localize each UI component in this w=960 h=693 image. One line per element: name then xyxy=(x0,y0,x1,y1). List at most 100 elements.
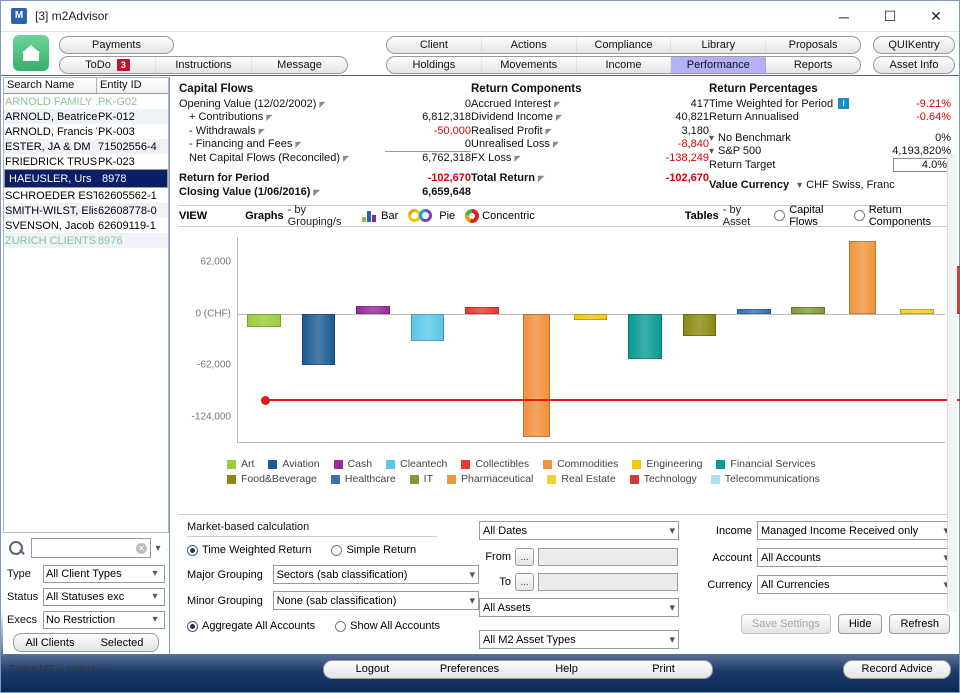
tab-holdings[interactable]: Holdings xyxy=(387,57,482,73)
tab-actions[interactable]: Actions xyxy=(482,37,577,53)
chart-bar[interactable] xyxy=(683,314,717,336)
expand-icon[interactable]: ◤ xyxy=(266,113,272,122)
legend-item[interactable]: Aviation xyxy=(268,457,319,472)
chart-bar[interactable] xyxy=(737,309,771,314)
preferences-button[interactable]: Preferences xyxy=(421,661,518,678)
tab-reports[interactable]: Reports xyxy=(766,57,860,73)
list-item[interactable]: SVENSON, Jacob 62609119-1 xyxy=(4,218,168,233)
list-item[interactable]: ARNOLD, Beatrice PK-012 xyxy=(4,109,168,124)
chart-bar[interactable] xyxy=(356,306,390,313)
list-item[interactable]: ESTER, JA & DM 71502556-4 xyxy=(4,139,168,154)
nav-payments[interactable]: Payments xyxy=(60,37,173,53)
radio-show-all-accounts[interactable]: Show All Accounts xyxy=(335,620,440,632)
tab-income[interactable]: Income xyxy=(577,57,672,73)
logout-button[interactable]: Logout xyxy=(324,661,421,678)
chart-bar[interactable] xyxy=(465,307,499,314)
expand-icon[interactable]: ◤ xyxy=(514,154,520,163)
chevron-down-icon[interactable]: ▾ xyxy=(709,133,714,144)
close-button[interactable]: ✕ xyxy=(913,1,959,32)
clear-icon[interactable]: ✕ xyxy=(136,543,147,554)
maximize-button[interactable]: ☐ xyxy=(867,1,913,32)
performance-bar-chart[interactable]: 62,0000 (CHF)-62,000-124,000Total Return… xyxy=(179,231,951,453)
legend-item[interactable]: Pharmaceutical xyxy=(447,472,533,487)
from-date-input[interactable] xyxy=(538,548,678,566)
account-select[interactable]: All Accounts ▾ xyxy=(757,548,953,567)
chart-bar[interactable] xyxy=(900,309,934,314)
info-icon[interactable]: i xyxy=(838,98,849,109)
table-return-components-radio[interactable]: Return Components xyxy=(854,204,951,228)
nav-quikentry[interactable]: QUIKentry xyxy=(874,37,954,53)
table-capital-flows-radio[interactable]: Capital Flows xyxy=(774,204,844,228)
search-input[interactable]: ✕ xyxy=(31,538,151,558)
expand-icon[interactable]: ◤ xyxy=(295,140,301,149)
legend-item[interactable]: Telecommunications xyxy=(711,472,820,487)
minor-grouping-select[interactable]: None (sab classification) ▾ xyxy=(273,591,479,610)
nav-todo[interactable]: ToDo 3 xyxy=(60,57,156,73)
legend-item[interactable]: Cleantech xyxy=(386,457,447,472)
list-item-selected[interactable]: HAEUSLER, Urs 8978 xyxy=(4,169,168,188)
chevron-down-icon[interactable]: ▾ xyxy=(797,180,802,191)
hide-button[interactable]: Hide xyxy=(838,614,883,634)
legend-item[interactable]: Food&Beverage xyxy=(227,472,317,487)
legend-item[interactable]: Real Estate xyxy=(547,472,615,487)
chart-bar[interactable] xyxy=(247,314,281,327)
expand-icon[interactable]: ◤ xyxy=(259,127,265,136)
expand-icon[interactable]: ◤ xyxy=(343,154,349,163)
chevron-down-icon[interactable]: ▾ xyxy=(709,146,714,157)
assets-select[interactable]: All Assets ▾ xyxy=(479,598,679,617)
help-button[interactable]: Help xyxy=(518,661,615,678)
execs-select[interactable]: No Restriction ▾ xyxy=(43,611,165,629)
tab-library[interactable]: Library xyxy=(671,37,766,53)
radio-aggregate-all-accounts[interactable]: Aggregate All Accounts xyxy=(187,620,315,632)
expand-icon[interactable]: ◤ xyxy=(313,188,319,197)
tab-compliance[interactable]: Compliance xyxy=(577,37,672,53)
graph-type-bar[interactable]: Bar xyxy=(362,210,398,222)
list-item[interactable]: ARNOLD, Francis W PK-003 xyxy=(4,124,168,139)
expand-icon[interactable]: ◤ xyxy=(546,127,552,136)
tab-performance[interactable]: Performance xyxy=(671,57,766,73)
legend-item[interactable]: Art xyxy=(227,457,254,472)
income-select[interactable]: Managed Income Received only ▾ xyxy=(757,521,953,540)
from-date-picker-button[interactable]: ... xyxy=(515,548,534,566)
nav-message[interactable]: Message xyxy=(252,57,347,73)
tab-movements[interactable]: Movements xyxy=(482,57,577,73)
tab-proposals[interactable]: Proposals xyxy=(766,37,860,53)
value-currency-value[interactable]: CHF Swiss, Franc xyxy=(806,179,895,191)
currency-select[interactable]: All Currencies ▾ xyxy=(757,575,953,594)
legend-item[interactable]: Healthcare xyxy=(331,472,396,487)
nav-asset-info[interactable]: Asset Info xyxy=(874,57,954,73)
legend-item[interactable]: Engineering xyxy=(632,457,702,472)
tab-client[interactable]: Client xyxy=(387,37,482,53)
record-advice-button[interactable]: Record Advice xyxy=(843,660,951,679)
column-search-name[interactable]: Search Name xyxy=(4,78,97,93)
home-button[interactable] xyxy=(13,35,49,71)
chevron-down-icon[interactable]: ▾ xyxy=(151,543,165,554)
nav-instructions[interactable]: Instructions xyxy=(156,57,252,73)
client-list[interactable]: ARNOLD FAMILY ... PK-G02 ARNOLD, Beatric… xyxy=(3,94,169,533)
column-entity-id[interactable]: Entity ID xyxy=(97,78,168,93)
graph-type-pie[interactable]: Pie xyxy=(408,209,455,223)
print-button[interactable]: Print xyxy=(615,661,712,678)
selected-button[interactable]: Selected xyxy=(86,637,158,649)
minimize-button[interactable]: ─ xyxy=(821,1,867,32)
list-item[interactable]: FRIEDRICK TRUST PK-023 xyxy=(4,154,168,169)
to-date-picker-button[interactable]: ... xyxy=(515,573,534,591)
asset-types-select[interactable]: All M2 Asset Types ▾ xyxy=(479,630,679,649)
legend-item[interactable]: Technology xyxy=(630,472,697,487)
radio-simple-return[interactable]: Simple Return xyxy=(331,544,416,556)
return-target-input[interactable]: 4.0% xyxy=(893,158,951,172)
status-select[interactable]: All Statuses exc ▾ xyxy=(43,588,165,606)
save-settings-button[interactable]: Save Settings xyxy=(741,614,831,634)
chart-bar[interactable] xyxy=(411,314,445,341)
list-item[interactable]: ZURICH CLIENTS 8976 xyxy=(4,233,168,248)
refresh-button[interactable]: Refresh xyxy=(889,614,950,634)
legend-item[interactable]: IT xyxy=(410,472,433,487)
expand-icon[interactable]: ◤ xyxy=(319,100,325,109)
expand-icon[interactable]: ◤ xyxy=(554,100,560,109)
to-date-input[interactable] xyxy=(538,573,678,591)
legend-item[interactable]: Cash xyxy=(334,457,373,472)
type-select[interactable]: All Client Types ▾ xyxy=(43,565,165,583)
expand-icon[interactable]: ◤ xyxy=(538,174,544,183)
chart-bar[interactable] xyxy=(628,314,662,360)
list-item[interactable]: SMITH-WILST, Elis... 62608778-0 xyxy=(4,203,168,218)
